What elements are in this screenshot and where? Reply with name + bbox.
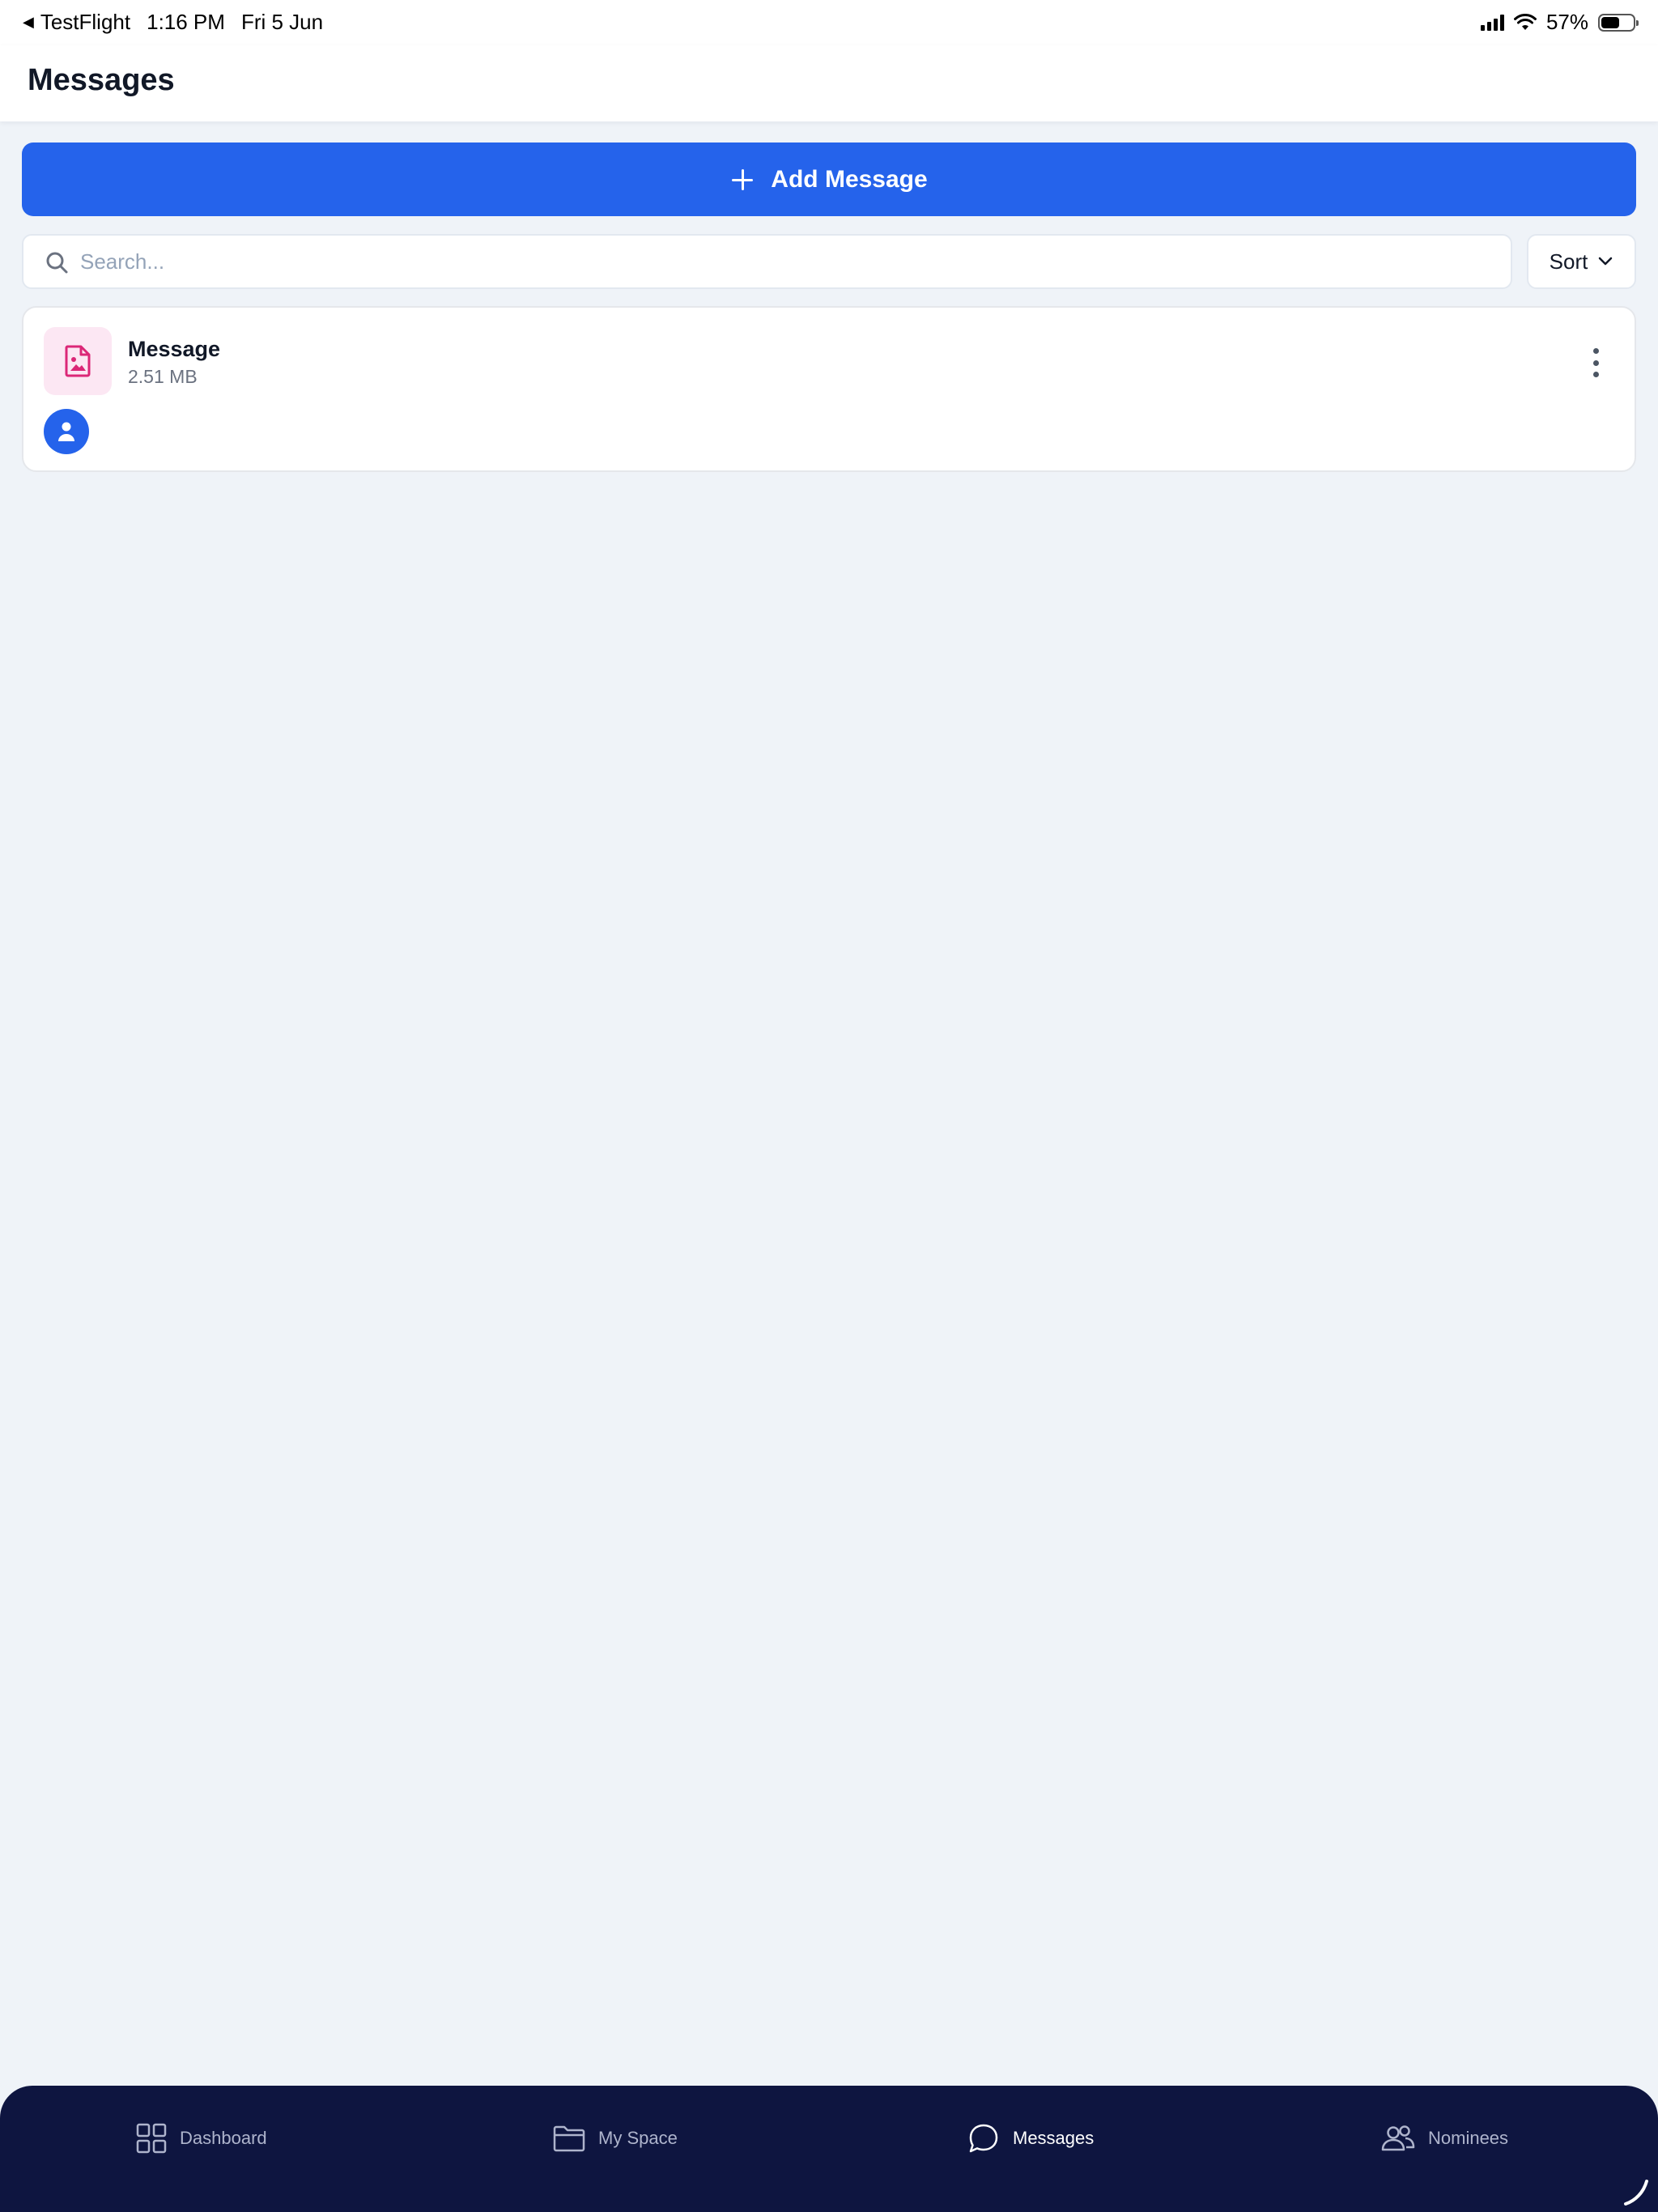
wifi-icon	[1513, 13, 1537, 30]
status-bar-left: ◀ TestFlight 1:16 PM Fri 5 Jun	[23, 10, 323, 35]
folder-icon	[553, 2125, 585, 2152]
message-name: Message	[128, 337, 221, 361]
chat-bubble-icon	[969, 2124, 998, 2153]
tab-label-dashboard: Dashboard	[180, 2128, 267, 2148]
tab-messages[interactable]: Messages	[967, 2118, 1094, 2159]
grid-icon	[136, 2123, 167, 2154]
users-icon	[1381, 2125, 1415, 2151]
home-indicator-curve-icon	[1624, 2180, 1648, 2206]
top-header: Messages	[0, 45, 1658, 121]
tab-nominees[interactable]: Nominees	[1381, 2118, 1508, 2159]
chevron-down-icon	[1599, 257, 1613, 266]
battery-icon	[1598, 13, 1639, 32]
search-icon	[46, 252, 68, 274]
file-thumbnail	[44, 327, 112, 395]
plus-icon	[730, 168, 755, 192]
image-file-icon	[65, 345, 91, 377]
add-message-button[interactable]: Add Message	[22, 143, 1636, 216]
user-avatar[interactable]	[44, 409, 89, 454]
user-icon	[58, 422, 74, 441]
tab-label-nominees: Nominees	[1428, 2128, 1509, 2148]
tab-my-space[interactable]: My Space	[553, 2118, 678, 2159]
add-message-label: Add Message	[771, 165, 928, 193]
sort-label: Sort	[1549, 249, 1588, 274]
search-box[interactable]	[22, 234, 1512, 289]
back-app-label[interactable]: TestFlight	[40, 10, 130, 35]
tab-label-my-space: My Space	[598, 2128, 678, 2148]
sort-button[interactable]: Sort	[1527, 234, 1636, 289]
back-triangle-icon[interactable]: ◀	[23, 14, 34, 31]
message-size: 2.51 MB	[128, 366, 198, 387]
bottom-tab-bar: Dashboard My Space Messages Nominees	[0, 2086, 1658, 2212]
tab-dashboard[interactable]: Dashboard	[136, 2118, 267, 2159]
message-card[interactable]: Message 2.51 MB	[22, 306, 1636, 472]
tab-label-messages: Messages	[1013, 2128, 1095, 2148]
more-options-icon[interactable]	[1588, 348, 1604, 377]
status-date: Fri 5 Jun	[240, 10, 324, 34]
cellular-signal-icon	[1480, 14, 1504, 31]
page-title: Messages	[28, 63, 175, 97]
status-bar: ◀ TestFlight 1:16 PM Fri 5 Jun 57%	[0, 0, 1658, 45]
battery-level-fill	[1601, 16, 1619, 28]
battery-percent: 57%	[1545, 10, 1588, 34]
search-input[interactable]	[80, 236, 1489, 287]
status-time: 1:16 PM	[147, 10, 225, 34]
status-bar-right: 57%	[1480, 10, 1639, 35]
